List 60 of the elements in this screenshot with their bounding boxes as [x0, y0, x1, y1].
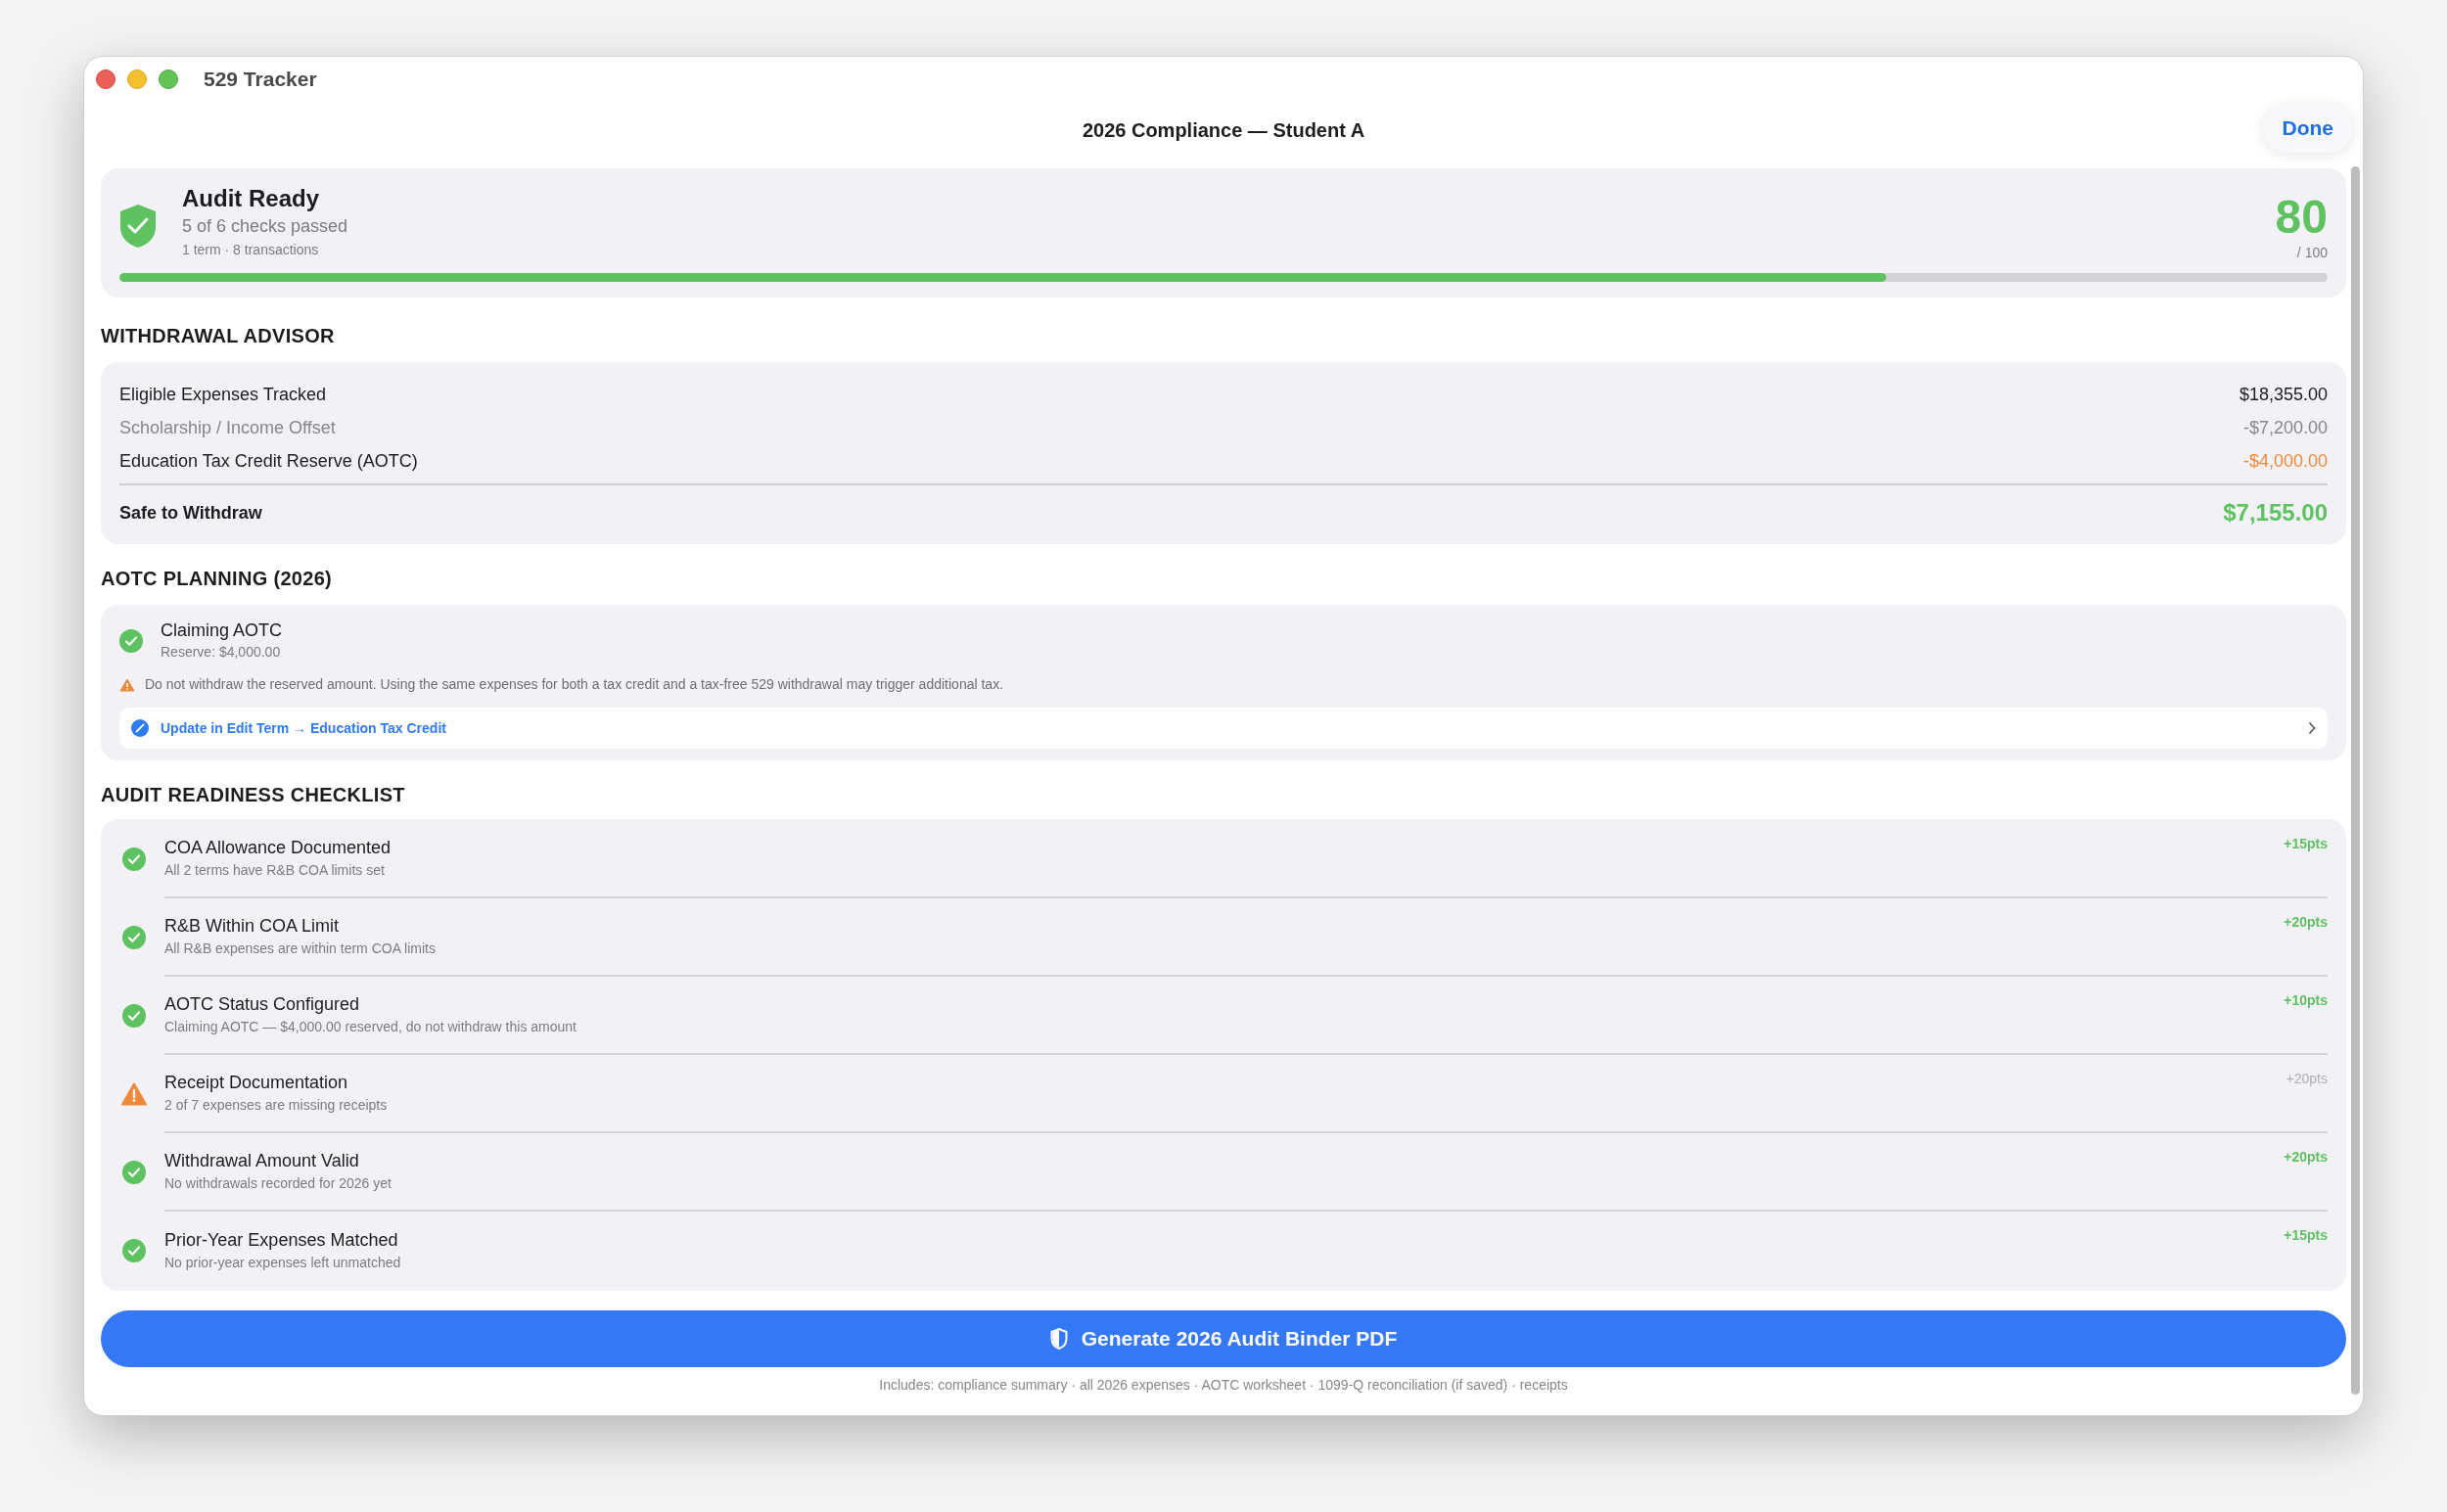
- advisor-amount: $18,355.00: [2239, 383, 2328, 406]
- shield-icon: [1049, 1328, 1068, 1350]
- check-points: +15pts: [2284, 1226, 2328, 1245]
- advisor-label: Education Tax Credit Reserve (AOTC): [119, 449, 418, 473]
- check-icon: [122, 926, 146, 949]
- scrollbar[interactable]: [2351, 166, 2360, 1395]
- generate-pdf-button[interactable]: Generate 2026 Audit Binder PDF: [101, 1310, 2346, 1367]
- check-title: Prior-Year Expenses Matched: [164, 1229, 399, 1252]
- minimize-button[interactable]: [127, 69, 147, 89]
- check-icon: [122, 1161, 146, 1184]
- check-detail: Claiming AOTC — $4,000.00 reserved, do not withdraw this amount: [164, 1018, 577, 1036]
- advisor-amount: -$4,000.00: [2242, 449, 2328, 473]
- aotc-status: Claiming AOTC: [161, 619, 283, 642]
- advisor-amount: -$7,200.00: [2242, 416, 2328, 439]
- status-title: Audit Ready: [182, 184, 320, 213]
- score-maximum: / 100: [2296, 244, 2328, 262]
- advisor-label: Scholarship / Income Offset: [119, 416, 336, 439]
- check-icon: [119, 628, 143, 653]
- term-summary: 1 term · 8 transactions: [182, 241, 320, 259]
- shield-check-icon: [119, 204, 157, 249]
- checks-summary: 5 of 6 checks passed: [182, 215, 348, 238]
- warning-icon: [121, 1082, 147, 1106]
- check-title: COA Allowance Documented: [164, 837, 392, 859]
- sheet-title: 2026 Compliance — Student A: [1082, 118, 1365, 143]
- pencil-icon: [131, 719, 149, 737]
- warning-text: Do not withdraw the reserved amount. Using the same expenses for both a tax credit and a tax-free 529 withdrawal may trigger additional tax.: [145, 675, 1004, 694]
- check-detail: All 2 terms have R&B COA limits set: [164, 861, 386, 880]
- check-points: +10pts: [2284, 991, 2328, 1010]
- check-detail: 2 of 7 expenses are missing receipts: [164, 1096, 388, 1115]
- check-detail: All R&B expenses are within term COA limits: [164, 939, 436, 958]
- advisor-label: Eligible Expenses Tracked: [119, 383, 327, 406]
- check-title: R&B Within COA Limit: [164, 915, 341, 938]
- check-points: +20pts: [2284, 913, 2328, 932]
- check-detail: No withdrawals recorded for 2026 yet: [164, 1174, 392, 1193]
- window-title: 529 Tracker: [204, 67, 317, 93]
- audit-score: 80: [2275, 192, 2328, 243]
- edit-term-link-row[interactable]: Update in Edit Term → Education Tax Credit: [119, 708, 2328, 749]
- section-heading: AOTC PLANNING (2026): [101, 567, 334, 591]
- check-icon: [122, 1004, 146, 1028]
- check-icon: [122, 848, 146, 871]
- chevron-icon: [2308, 721, 2316, 735]
- check-icon: [122, 1239, 146, 1262]
- done-button[interactable]: Done: [2262, 104, 2353, 153]
- check-points: +20pts: [2284, 1148, 2328, 1167]
- edit-term-link[interactable]: Update in Edit Term → Education Tax Credit: [161, 717, 446, 739]
- check-title: AOTC Status Configured: [164, 993, 361, 1016]
- footnote: Includes: compliance summary · all 2026 expenses · AOTC worksheet · 1099-Q reconciliation (if saved) · receipts: [879, 1377, 1568, 1393]
- reserve-amount: Reserve: $4,000.00: [161, 643, 282, 662]
- section-heading: WITHDRAWAL ADVISOR: [101, 324, 336, 348]
- zoom-button[interactable]: [159, 69, 178, 89]
- total-amount: $7,155.00: [2223, 498, 2328, 527]
- total-label: Safe to Withdraw: [119, 501, 262, 525]
- check-points: +15pts: [2284, 835, 2328, 853]
- warning-icon: [119, 677, 135, 692]
- close-button[interactable]: [96, 69, 115, 89]
- check-detail: No prior-year expenses left unmatched: [164, 1254, 401, 1272]
- check-title: Receipt Documentation: [164, 1072, 349, 1094]
- section-heading: AUDIT READINESS CHECKLIST: [101, 783, 406, 807]
- check-points: +20pts: [2285, 1070, 2328, 1088]
- check-title: Withdrawal Amount Valid: [164, 1150, 360, 1172]
